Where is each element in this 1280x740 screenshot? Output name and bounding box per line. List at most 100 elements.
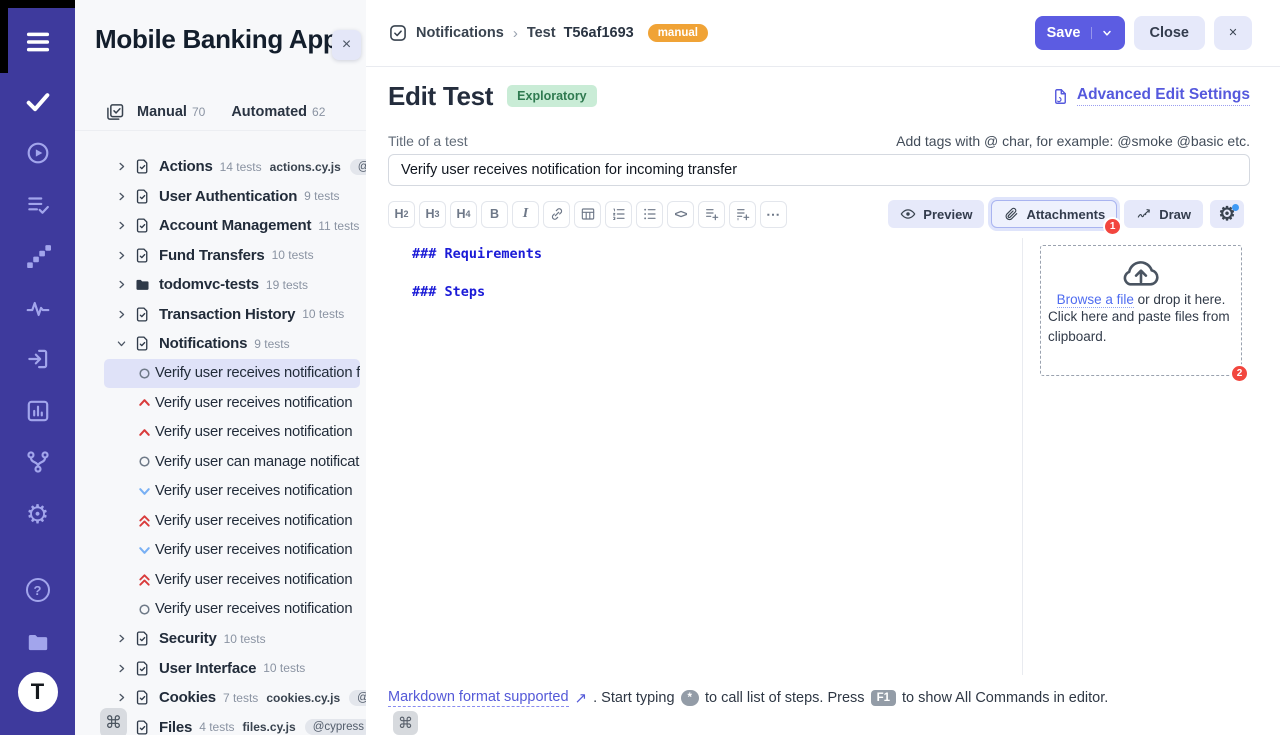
tree-test-row[interactable]: Verify user receives notification <box>104 477 360 507</box>
bar-chart-icon[interactable] <box>0 389 75 433</box>
tree-test-row[interactable]: Verify user receives notification <box>104 418 360 448</box>
tour-step-badge-2: 2 <box>1230 364 1249 383</box>
tree-test-row[interactable]: Verify user receives notification <box>104 565 360 595</box>
ordered-list-add-icon[interactable] <box>729 201 756 228</box>
attachments-panel: Browse a file or drop it here. Click her… <box>1040 245 1242 376</box>
draw-button-label: Draw <box>1159 207 1191 222</box>
table-icon[interactable] <box>574 201 601 228</box>
star-key-badge: * <box>681 690 699 706</box>
list-check-icon[interactable] <box>0 183 75 227</box>
chevron-right-icon[interactable] <box>116 692 127 703</box>
test-tree: Actions14 testsactions.cy.js@cUser Authe… <box>75 152 366 735</box>
breadcrumb-section[interactable]: Notifications <box>416 25 504 41</box>
help-circle-icon[interactable]: ? <box>0 568 75 612</box>
logo-icon[interactable]: T <box>0 670 75 714</box>
save-dropdown-caret-icon[interactable] <box>1091 27 1113 39</box>
tree-suite-row[interactable]: Security10 tests <box>75 624 366 654</box>
document-settings-icon <box>1051 87 1070 106</box>
sign-in-icon[interactable] <box>0 337 75 381</box>
tree-suite-row[interactable]: Transaction History10 tests <box>75 300 366 330</box>
test-label: Verify user receives notification <box>155 424 352 440</box>
menu-icon[interactable] <box>0 20 75 64</box>
chevron-right-icon[interactable] <box>116 220 127 231</box>
folders-icon[interactable] <box>0 620 75 664</box>
chevron-right-icon[interactable] <box>116 633 127 644</box>
bullet-list-add-icon[interactable] <box>698 201 725 228</box>
suite-doc-icon <box>134 689 151 706</box>
toolbar-h2-button[interactable]: H2 <box>388 201 415 228</box>
suite-label: User Authentication <box>159 188 297 205</box>
f1-key-badge: F1 <box>871 690 896 706</box>
link-icon[interactable] <box>543 201 570 228</box>
editor-settings-button[interactable]: ⚙ <box>1210 200 1244 228</box>
attachments-button[interactable]: Attachments 1 <box>991 200 1117 228</box>
file-dropzone[interactable]: Browse a file or drop it here. Click her… <box>1040 245 1242 376</box>
save-button[interactable]: Save <box>1035 16 1125 50</box>
draw-pen-icon <box>1136 206 1152 222</box>
chevron-right-icon[interactable] <box>116 309 127 320</box>
panel-close-button[interactable]: × <box>332 30 361 60</box>
tree-test-row[interactable]: Verify user receives notification <box>104 595 360 625</box>
ordered-list-icon[interactable] <box>605 201 632 228</box>
suite-count: 10 tests <box>272 248 314 262</box>
tree-suite-row[interactable]: todomvc-tests19 tests <box>75 270 366 300</box>
toolbar-b-button[interactable]: B <box>481 201 508 228</box>
chevron-down-icon[interactable] <box>116 338 127 349</box>
suite-doc-icon <box>134 217 151 234</box>
suite-count: 9 tests <box>254 337 289 351</box>
tree-suite-row[interactable]: User Interface10 tests <box>75 654 366 684</box>
editor-line[interactable]: ### Requirements <box>412 246 542 262</box>
chevron-right-icon[interactable] <box>116 161 127 172</box>
bullet-list-icon[interactable] <box>636 201 663 228</box>
test-title-input[interactable] <box>388 154 1250 186</box>
play-circle-icon[interactable] <box>0 131 75 175</box>
tree-test-row[interactable]: Verify user receives notification <box>104 536 360 566</box>
toolbar-h4-button[interactable]: H4 <box>450 201 477 228</box>
project-panel: Mobile Banking App × Manual 70 Automated… <box>75 0 366 735</box>
page-title: Edit Test <box>388 81 493 112</box>
tab-automated[interactable]: Automated 62 <box>231 104 325 120</box>
tree-suite-row[interactable]: Account Management11 tests <box>75 211 366 241</box>
code-icon[interactable]: <> <box>667 201 694 228</box>
tags-hint: Add tags with @ char, for example: @smok… <box>896 133 1250 149</box>
test-label: Verify user receives notification <box>155 483 352 499</box>
gear-icon[interactable]: ⚙ <box>0 492 75 536</box>
editor-line[interactable]: ### Steps <box>412 284 485 300</box>
toolbar-h3-button[interactable]: H3 <box>419 201 446 228</box>
close-button[interactable]: Close <box>1134 16 1206 50</box>
chevron-right-icon[interactable] <box>116 250 127 261</box>
tree-suite-row[interactable]: User Authentication9 tests <box>75 182 366 212</box>
branch-icon[interactable] <box>0 440 75 484</box>
activity-icon[interactable] <box>0 287 75 331</box>
editor-footer-hint: Markdown format supported ↗ . Start typi… <box>388 689 1108 707</box>
more-icon[interactable]: ⋯ <box>760 201 787 228</box>
tab-manual[interactable]: Manual 70 <box>137 104 205 120</box>
browse-file-link[interactable]: Browse a file <box>1057 292 1134 308</box>
command-key-badge[interactable]: ⌘ <box>100 708 127 735</box>
tree-test-row[interactable]: Verify user can manage notifications <box>104 447 360 477</box>
breadcrumb-test-label: Test <box>527 25 556 41</box>
chevron-right-icon[interactable] <box>116 191 127 202</box>
tree-suite-row[interactable]: Notifications9 tests <box>75 329 366 359</box>
chevron-right-icon[interactable] <box>116 279 127 290</box>
dismiss-button[interactable]: × <box>1214 16 1252 50</box>
chevron-right-icon[interactable] <box>116 663 127 674</box>
priority-down-icon <box>137 484 152 499</box>
steps-icon[interactable] <box>0 235 75 279</box>
priority-up-double-icon <box>137 513 152 528</box>
advanced-edit-settings-link[interactable]: Advanced Edit Settings <box>1051 86 1250 106</box>
external-link-icon: ↗ <box>575 691 588 706</box>
markdown-help-link[interactable]: Markdown format supported <box>388 689 569 707</box>
breadcrumb-test-id[interactable]: T56af1693 <box>564 25 634 41</box>
check-icon[interactable] <box>0 79 75 123</box>
suite-count: 10 tests <box>263 661 305 675</box>
draw-button[interactable]: Draw <box>1124 200 1203 228</box>
tree-test-row[interactable]: Verify user receives notification <box>104 506 360 536</box>
tree-test-row[interactable]: Verify user receives notification for in… <box>104 359 360 389</box>
tree-test-row[interactable]: Verify user receives notification <box>104 388 360 418</box>
toolbar-i-button[interactable]: I <box>512 201 539 228</box>
preview-button[interactable]: Preview <box>888 200 984 228</box>
tree-suite-row[interactable]: Fund Transfers10 tests <box>75 241 366 271</box>
command-key-badge[interactable]: ⌘ <box>393 711 418 735</box>
tree-suite-row[interactable]: Actions14 testsactions.cy.js@c <box>75 152 366 182</box>
